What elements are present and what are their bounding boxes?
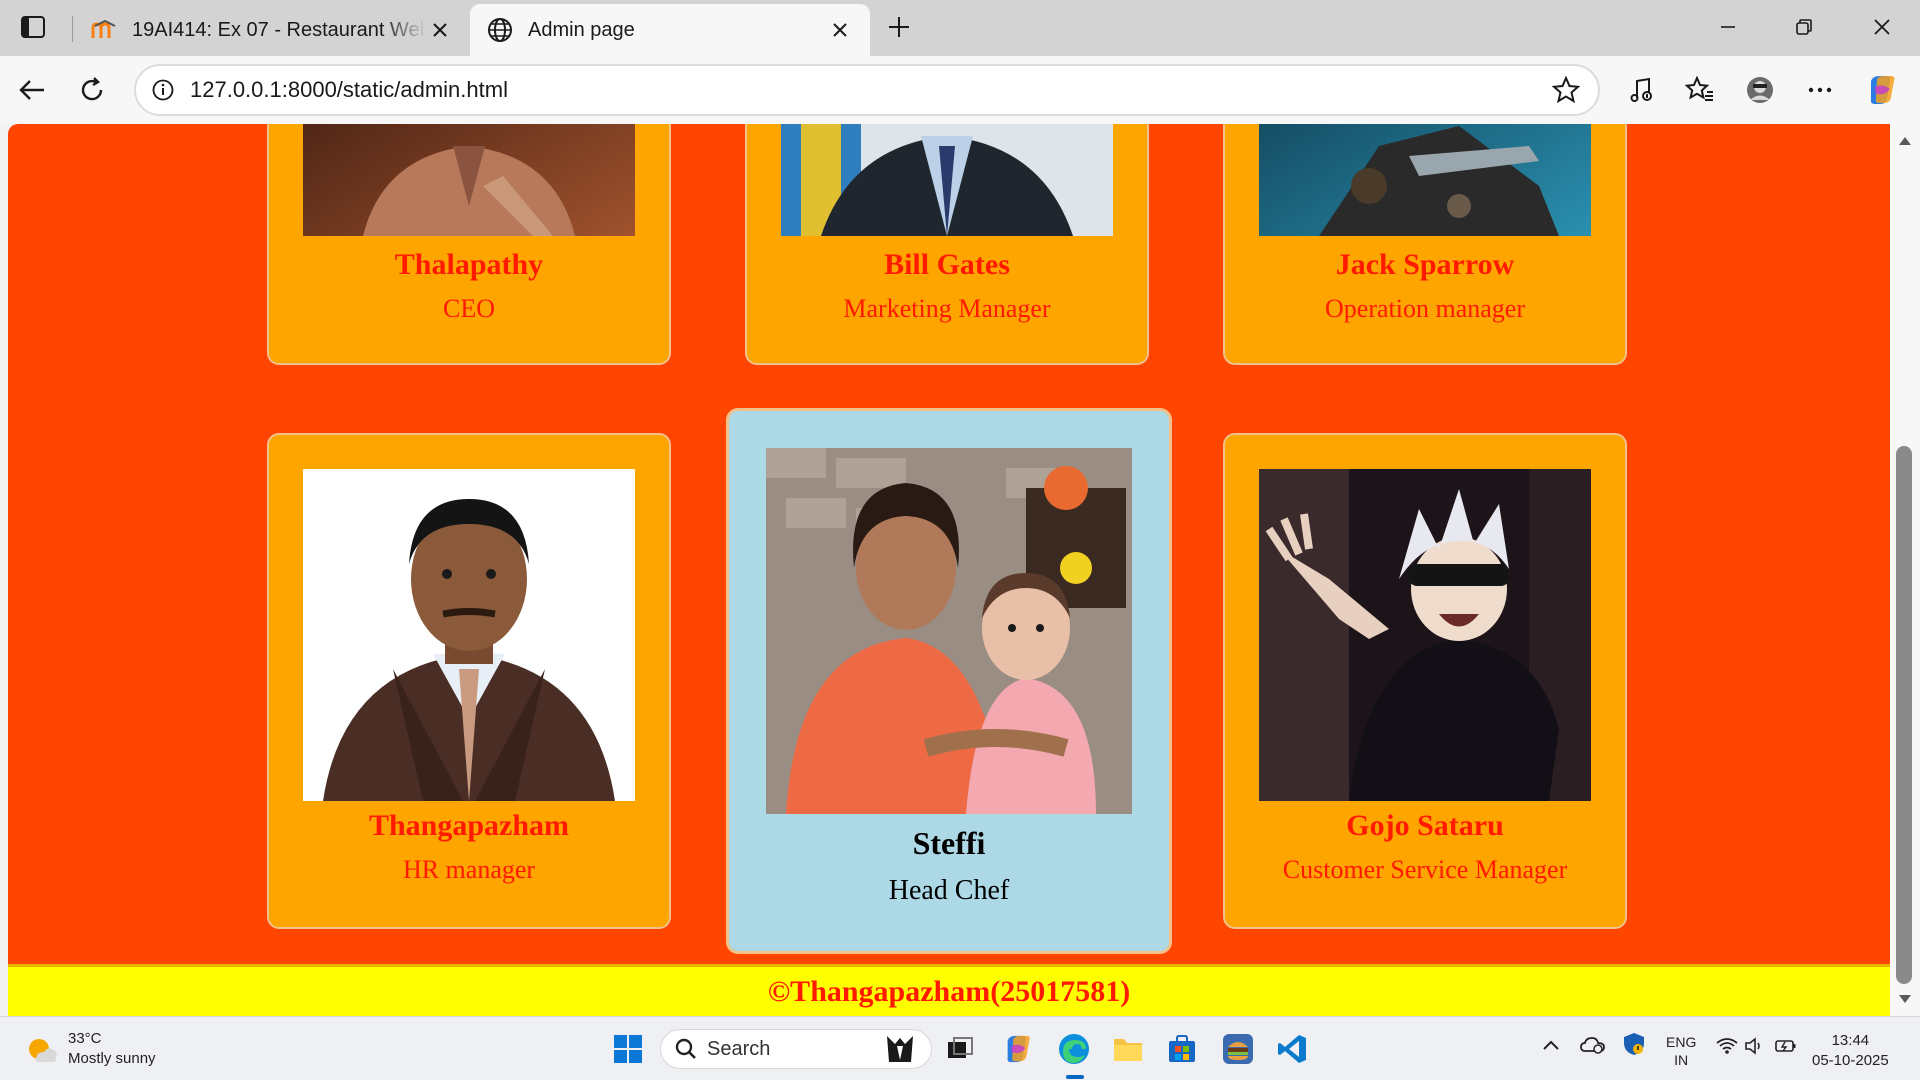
team-card-jack-sparrow: Jack Sparrow Operation manager (1223, 124, 1627, 365)
wifi-icon[interactable] (1716, 1037, 1738, 1059)
new-tab-icon[interactable] (882, 12, 916, 42)
vscode-icon[interactable] (1272, 1029, 1312, 1069)
minimize-icon[interactable] (1708, 10, 1748, 44)
battery-charging-icon[interactable] (1774, 1037, 1798, 1059)
weather-description: Mostly sunny (68, 1050, 156, 1067)
volume-icon[interactable] (1744, 1037, 1764, 1059)
back-icon[interactable] (14, 72, 50, 108)
language-indicator[interactable]: ENG IN (1666, 1033, 1696, 1069)
windows-start-icon[interactable] (608, 1029, 648, 1069)
employee-photo (1259, 469, 1591, 801)
url-text[interactable]: 127.0.0.1:8000/static/admin.html (190, 77, 1550, 103)
tab-actions-icon[interactable] (16, 12, 50, 42)
address-bar[interactable]: 127.0.0.1:8000/static/admin.html (134, 64, 1600, 116)
favorite-star-icon[interactable] (1550, 74, 1582, 106)
profile-avatar[interactable] (1742, 72, 1778, 108)
employee-name: Gojo Sataru (1346, 809, 1504, 842)
close-icon[interactable] (426, 16, 454, 44)
employee-role: Head Chef (888, 875, 1010, 906)
scroll-down-icon[interactable] (1898, 992, 1912, 1006)
employee-photo (303, 124, 635, 236)
copilot-icon[interactable] (1864, 72, 1900, 108)
scroll-thumb[interactable] (1896, 446, 1912, 984)
weather-widget[interactable]: 33°C Mostly sunny (24, 1029, 156, 1069)
task-view-icon[interactable] (940, 1029, 980, 1069)
security-shield-icon[interactable] (1622, 1031, 1646, 1061)
refresh-icon[interactable] (74, 72, 110, 108)
team-card-bill-gates: Bill Gates Marketing Manager (745, 124, 1149, 365)
tab-title: Admin page (528, 18, 635, 41)
vertical-scrollbar[interactable] (1890, 124, 1920, 1016)
page-footer: ©Thangapazham(25017581) (8, 964, 1890, 1016)
weather-temperature: 33°C (68, 1030, 102, 1047)
employee-photo (1259, 124, 1591, 236)
clock-time: 13:44 (1831, 1032, 1870, 1049)
employee-role: Marketing Manager (843, 294, 1051, 323)
favorites-icon[interactable] (1682, 72, 1718, 108)
tab-title: 19AI414: Ex 07 - Restaurant Webs (132, 18, 426, 41)
active-app-indicator (1066, 1075, 1084, 1079)
info-icon[interactable] (150, 77, 176, 103)
clock-date: 05-10-2025 (1812, 1052, 1889, 1069)
employee-name: Thalapathy (394, 248, 544, 281)
microsoft-store-icon[interactable] (1162, 1029, 1202, 1069)
read-aloud-icon[interactable] (1624, 72, 1660, 108)
search-label: Search (707, 1037, 771, 1060)
copilot-app-icon[interactable] (998, 1029, 1038, 1069)
restore-icon[interactable] (1784, 10, 1824, 44)
windows-taskbar: 33°C Mostly sunny Search ENG IN 13:44 05… (0, 1016, 1920, 1080)
search-highlight-icon (883, 1034, 917, 1072)
burger-app-icon[interactable] (1218, 1029, 1258, 1069)
employee-photo (766, 448, 1132, 814)
employee-photo (303, 469, 635, 801)
browser-toolbar: 127.0.0.1:8000/static/admin.html (0, 56, 1920, 124)
globe-icon (486, 16, 514, 44)
team-card-thangapazham: Thangapazham HR manager (267, 433, 671, 929)
close-window-icon[interactable] (1862, 10, 1902, 44)
employee-name: Bill Gates (884, 248, 1010, 281)
sunny-weather-icon (24, 1032, 58, 1066)
employee-photo (781, 124, 1113, 236)
tab-admin-page[interactable]: Admin page (470, 4, 870, 56)
tab-restaurant-website[interactable]: 19AI414: Ex 07 - Restaurant Webs (74, 4, 470, 56)
scroll-up-icon[interactable] (1898, 134, 1912, 148)
more-options-icon[interactable] (1802, 72, 1838, 108)
tab-strip: 19AI414: Ex 07 - Restaurant Webs Admin p… (0, 0, 1920, 56)
team-card-thalapathy: Thalapathy CEO (267, 124, 671, 365)
team-card-gojo-sataru: Gojo Sataru Customer Service Manager (1223, 433, 1627, 929)
file-explorer-icon[interactable] (1108, 1029, 1148, 1069)
region-code: IN (1674, 1052, 1689, 1068)
language-code: ENG (1666, 1034, 1697, 1050)
employee-role: Operation manager (1325, 294, 1525, 323)
employee-name: Steffi (912, 825, 986, 861)
search-icon (675, 1038, 697, 1060)
show-hidden-icons[interactable] (1542, 1037, 1560, 1055)
employee-name: Jack Sparrow (1335, 248, 1515, 281)
onedrive-sync-icon[interactable] (1580, 1033, 1606, 1059)
employee-role: Customer Service Manager (1282, 855, 1568, 884)
close-icon[interactable] (826, 16, 854, 44)
team-card-steffi[interactable]: Steffi Head Chef (726, 408, 1172, 954)
clock[interactable]: 13:44 05-10-2025 (1812, 1031, 1889, 1071)
moodle-icon (90, 16, 118, 44)
tab-separator (72, 16, 73, 42)
employee-role: HR manager (402, 855, 536, 884)
employee-role: CEO (443, 294, 495, 323)
employee-name: Thangapazham (368, 809, 570, 842)
page-viewport: Thalapathy CEO Bill Gates Marketing Mana… (8, 124, 1890, 1016)
taskbar-search[interactable]: Search (660, 1029, 932, 1069)
edge-browser-icon[interactable] (1054, 1029, 1094, 1069)
